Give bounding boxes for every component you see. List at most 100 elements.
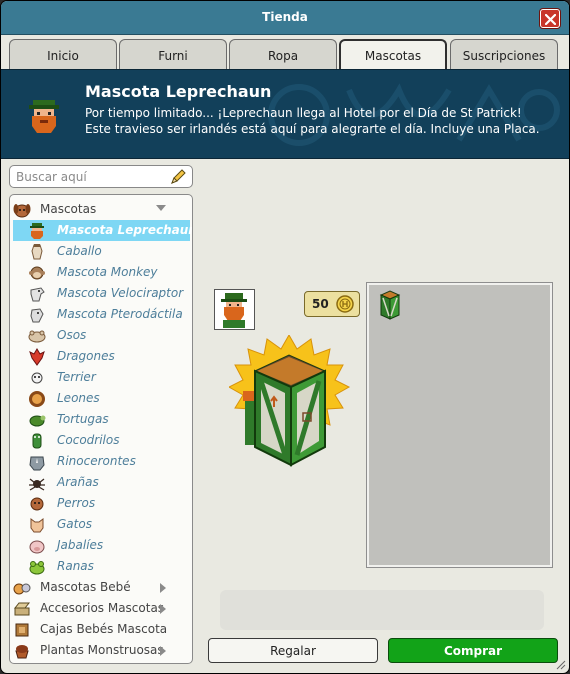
nav-item-osos[interactable]: Osos bbox=[10, 325, 192, 346]
message-area bbox=[220, 590, 544, 630]
nav-item-label: Gatos bbox=[57, 517, 92, 531]
crocodile-icon bbox=[32, 433, 42, 449]
category-navigation: Mascotas Mascota Leprechaun Caballo Masc… bbox=[9, 194, 193, 664]
price-value: 50 bbox=[312, 297, 329, 311]
nav-item-aranas[interactable]: Arañas bbox=[10, 472, 192, 493]
nav-item-label: Mascota Leprechaun bbox=[57, 223, 193, 237]
nav-item-label: Rinocerontes bbox=[57, 454, 136, 468]
horse-icon bbox=[31, 244, 43, 260]
monkey-icon bbox=[29, 266, 45, 280]
tab-bar: Inicio Furni Ropa Mascotas Suscripciones bbox=[9, 39, 561, 70]
search-box bbox=[9, 165, 193, 188]
frog-icon bbox=[29, 561, 45, 575]
nav-item-mascota-pterodactila[interactable]: Mascota Pterodáctila bbox=[10, 304, 192, 325]
baby-pet-box-icon bbox=[15, 623, 29, 637]
credit-coin-icon bbox=[336, 295, 354, 313]
nav-item-label: Arañas bbox=[57, 475, 99, 489]
nav-item-label: Leones bbox=[57, 391, 100, 405]
nav-category-accesorios-mascotas[interactable]: Accesorios Mascotas bbox=[10, 598, 192, 619]
nav-category-mascotas[interactable]: Mascotas bbox=[10, 199, 192, 220]
monster-plant-icon bbox=[15, 645, 29, 659]
chevron-right-icon bbox=[160, 583, 166, 593]
window-title: Tienda bbox=[262, 10, 308, 24]
nav-category-label: Cajas Bebés Mascota bbox=[40, 622, 168, 636]
price-tag: 50 bbox=[304, 291, 360, 317]
pet-accessories-icon bbox=[13, 602, 31, 616]
baby-pets-icon bbox=[13, 583, 31, 595]
nav-category-plantas-monstruosas[interactable]: Plantas Monstruosas bbox=[10, 640, 192, 661]
chevron-down-icon bbox=[156, 205, 166, 211]
buy-button[interactable]: Comprar bbox=[388, 638, 558, 663]
nav-item-caballo[interactable]: Caballo bbox=[10, 241, 192, 262]
nav-item-mascota-leprechaun[interactable]: Mascota Leprechaun bbox=[13, 220, 193, 241]
tab-ropa[interactable]: Ropa bbox=[229, 39, 337, 70]
product-pet-avatar bbox=[214, 289, 255, 330]
search-input[interactable] bbox=[16, 169, 166, 185]
banner-title: Mascota Leprechaun bbox=[85, 82, 272, 101]
gift-button[interactable]: Regalar bbox=[208, 638, 378, 663]
nav-item-label: Caballo bbox=[57, 244, 102, 258]
nav-item-label: Terrier bbox=[57, 370, 96, 384]
terrier-icon bbox=[31, 372, 43, 384]
tab-mascotas[interactable]: Mascotas bbox=[339, 39, 447, 70]
nav-category-label: Accesorios Mascotas bbox=[40, 601, 165, 615]
dog-head-icon bbox=[13, 204, 31, 218]
page-header-banner: Mascota Leprechaun Por tiempo limitado..… bbox=[1, 69, 569, 159]
dragon-icon bbox=[29, 348, 45, 366]
nav-item-cocodrilos[interactable]: Cocodrilos bbox=[10, 430, 192, 451]
boar-icon bbox=[29, 540, 45, 554]
nav-category-label: Mascotas bbox=[40, 202, 97, 216]
resize-grip-icon[interactable] bbox=[556, 660, 566, 670]
nav-item-label: Tortugas bbox=[57, 412, 109, 426]
chevron-right-icon bbox=[160, 646, 166, 656]
nav-item-label: Ranas bbox=[57, 559, 94, 573]
pterodactyl-icon bbox=[30, 308, 44, 323]
nav-item-rinocerontes[interactable]: Rinocerontes bbox=[10, 451, 192, 472]
pet-crate-mini-icon bbox=[379, 290, 401, 320]
nav-item-label: Mascota Pterodáctila bbox=[57, 307, 183, 321]
chevron-right-icon bbox=[160, 604, 166, 614]
nav-item-label: Mascota Velociraptor bbox=[57, 286, 184, 300]
nav-item-ranas[interactable]: Ranas bbox=[10, 556, 192, 577]
catalog-window: Tienda Inicio Furni Ropa Mascotas Suscri… bbox=[0, 0, 570, 674]
nav-item-leones[interactable]: Leones bbox=[10, 388, 192, 409]
lion-icon bbox=[29, 391, 45, 407]
close-icon bbox=[545, 14, 556, 25]
pencil-icon[interactable] bbox=[170, 169, 186, 185]
banner-description: Por tiempo limitado... ¡Leprechaun llega… bbox=[85, 106, 540, 136]
nav-item-perros[interactable]: Perros bbox=[10, 493, 192, 514]
tab-suscripciones[interactable]: Suscripciones bbox=[450, 39, 558, 70]
nav-item-gatos[interactable]: Gatos bbox=[10, 514, 192, 535]
leprechaun-avatar-icon bbox=[221, 293, 247, 328]
cat-icon bbox=[30, 518, 44, 533]
nav-item-jabalies[interactable]: Jabalíes bbox=[10, 535, 192, 556]
nav-item-label: Osos bbox=[57, 328, 87, 342]
nav-item-mascota-velociraptor[interactable]: Mascota Velociraptor bbox=[10, 283, 192, 304]
nav-category-mascotas-bebe[interactable]: Mascotas Bebé bbox=[10, 577, 192, 598]
turtle-icon bbox=[29, 415, 46, 427]
nav-item-mascota-monkey[interactable]: Mascota Monkey bbox=[10, 262, 192, 283]
pet-crate-image bbox=[229, 335, 351, 467]
bear-icon bbox=[28, 330, 46, 343]
nav-item-label: Dragones bbox=[57, 349, 115, 363]
dog-icon bbox=[30, 497, 44, 511]
spider-icon bbox=[29, 478, 45, 491]
nav-item-label: Cocodrilos bbox=[57, 433, 120, 447]
nav-category-label: Mascotas Bebé bbox=[40, 580, 131, 594]
nav-item-tortugas[interactable]: Tortugas bbox=[10, 409, 192, 430]
nav-item-label: Jabalíes bbox=[57, 538, 104, 552]
velociraptor-icon bbox=[30, 287, 45, 302]
nav-category-cajas-bebes-mascota[interactable]: Cajas Bebés Mascota bbox=[10, 619, 192, 640]
nav-item-label: Perros bbox=[57, 496, 96, 510]
nav-item-label: Mascota Monkey bbox=[57, 265, 158, 279]
leprechaun-icon bbox=[30, 223, 44, 239]
tab-furni[interactable]: Furni bbox=[119, 39, 227, 70]
tab-inicio[interactable]: Inicio bbox=[9, 39, 117, 70]
close-button[interactable] bbox=[540, 9, 560, 28]
nav-item-terrier[interactable]: Terrier bbox=[10, 367, 192, 388]
nav-item-dragones[interactable]: Dragones bbox=[10, 346, 192, 367]
leprechaun-banner-icon bbox=[29, 100, 59, 133]
title-bar[interactable]: Tienda bbox=[1, 1, 569, 35]
rhino-icon bbox=[29, 456, 45, 471]
product-preview-panel bbox=[367, 283, 552, 567]
